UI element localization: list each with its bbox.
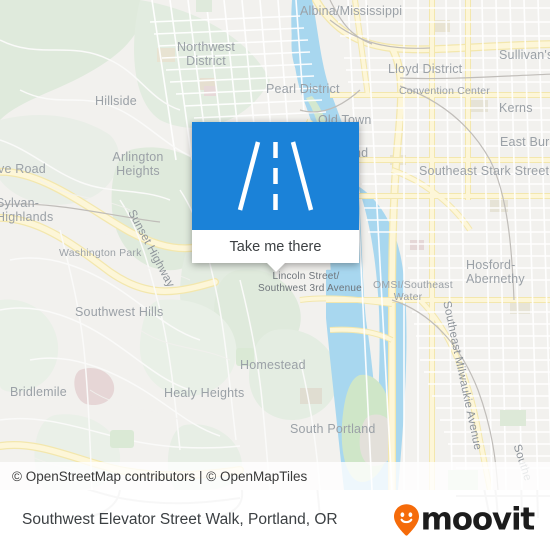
road-perspective-icon (237, 141, 314, 211)
moovit-logo[interactable]: moovit (393, 501, 536, 538)
footer-bar: Southwest Elevator Street Walk, Portland… (0, 490, 550, 550)
map-screenshot: Albina/Mississippi Northwest District Su… (0, 0, 550, 550)
page-title: Southwest Elevator Street Walk, Portland… (22, 511, 338, 528)
take-me-there-label: Take me there (229, 238, 322, 255)
map-pin-smiley-icon (393, 504, 419, 536)
popup-image (192, 122, 359, 230)
take-me-there-button[interactable]: Take me there (192, 230, 359, 263)
attribution-text[interactable]: © OpenStreetMap contributors | © OpenMap… (12, 469, 307, 484)
location-popup-card[interactable]: Take me there (192, 122, 359, 272)
map-canvas[interactable]: Albina/Mississippi Northwest District Su… (0, 0, 550, 490)
moovit-wordmark: moovit (420, 501, 536, 538)
popup-tail (266, 263, 285, 272)
map-attribution-bar: © OpenStreetMap contributors | © OpenMap… (0, 462, 550, 490)
